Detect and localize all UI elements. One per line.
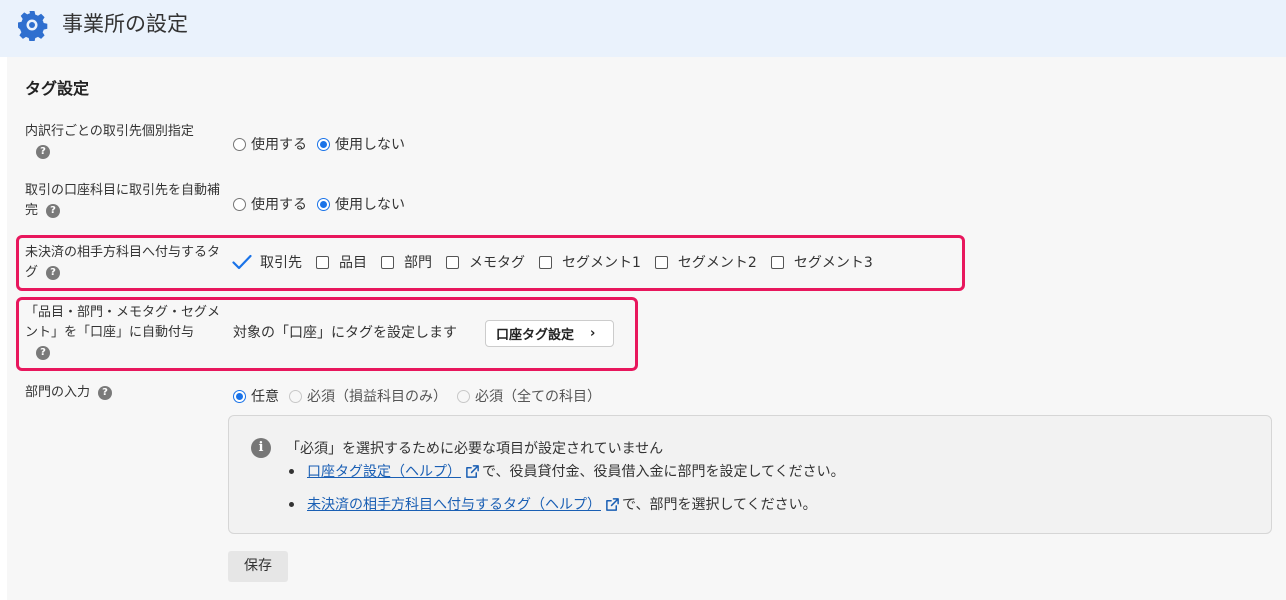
department-input-label: 部門の入力?	[25, 383, 113, 403]
auto-complete-use-option[interactable]: 使用する	[233, 194, 307, 214]
department-optional-option[interactable]: 任意	[233, 386, 279, 406]
checkbox[interactable]	[539, 255, 552, 269]
partner-per-line-use-option[interactable]: 使用する	[233, 134, 307, 154]
department-required-pl-option: 必須（損益科目のみ）	[289, 386, 447, 406]
radio-button	[457, 389, 470, 403]
checkbox[interactable]	[446, 255, 459, 269]
help-icon[interactable]: ?	[46, 265, 61, 280]
info-box: i 「必須」を選択するために必要な項目が設定されていません 口座タグ設定（ヘルプ…	[228, 415, 1272, 534]
unsettled-tags-checks: 取引先 品目 部門 メモタグ セグメント1 セグメント2 セグメント3	[232, 252, 887, 272]
checkbox[interactable]	[770, 255, 784, 269]
info-list-item: 未決済の相手方科目へ付与するタグ（ヘルプ） で、部門を選択してください。	[289, 494, 817, 514]
bullet	[289, 468, 294, 474]
page-header: 事業所の設定	[0, 0, 1286, 57]
help-icon[interactable]: ?	[36, 144, 50, 159]
page-title: 事業所の設定	[62, 12, 188, 36]
account-tag-help-link[interactable]: 口座タグ設定（ヘルプ）	[307, 461, 461, 481]
bullet	[289, 501, 294, 507]
save-button[interactable]: 保存	[228, 551, 288, 582]
auto-complete-nouse-option[interactable]: 使用しない	[317, 194, 405, 214]
checkbox[interactable]	[381, 255, 394, 269]
partner-per-line-nouse-option[interactable]: 使用しない	[317, 134, 405, 154]
info-list-item: 口座タグ設定（ヘルプ） で、役員貸付金、役員借入金に部門を設定してください。	[289, 461, 845, 481]
section-title: タグ設定	[25, 79, 90, 98]
check-partner[interactable]: 取引先	[232, 252, 302, 272]
auto-complete-radios: 使用する 使用しない	[233, 194, 415, 214]
checkbox[interactable]	[316, 255, 329, 269]
chevron-right-icon: ›	[590, 326, 596, 341]
auto-complete-label: 取引の口座科目に取引先を自動補 完?	[25, 183, 221, 218]
radio-button	[289, 389, 302, 403]
radio-button[interactable]	[317, 197, 330, 211]
department-input-radios: 任意 必須（損益科目のみ） 必須（全ての科目）	[233, 386, 611, 406]
gear-icon	[18, 11, 48, 41]
account-auto-tag-description: 対象の「口座」にタグを設定します	[233, 325, 457, 341]
external-link-icon[interactable]	[465, 464, 480, 479]
partner-per-line-radios: 使用する 使用しない	[233, 134, 415, 154]
partner-per-line-label: 内訳行ごとの取引先個別指定 ?	[25, 124, 194, 159]
info-heading: 「必須」を選択するために必要な項目が設定されていません	[286, 441, 664, 457]
check-segment-1[interactable]: セグメント1	[539, 252, 641, 272]
account-tag-settings-button[interactable]: 口座タグ設定 ›	[485, 320, 614, 347]
radio-button[interactable]	[233, 389, 246, 403]
account-auto-tag-label: 「品目・部門・メモタグ・セグメ ント」を「口座」に自動付与 ?	[25, 305, 221, 360]
checkbox[interactable]	[654, 255, 668, 269]
check-memo-tag[interactable]: メモタグ	[446, 252, 525, 272]
department-required-all-option: 必須（全ての科目）	[457, 386, 601, 406]
radio-button[interactable]	[233, 137, 246, 151]
help-icon[interactable]: ?	[46, 203, 61, 218]
help-icon[interactable]: ?	[98, 385, 113, 400]
help-icon[interactable]: ?	[36, 345, 50, 360]
unsettled-tags-help-link[interactable]: 未決済の相手方科目へ付与するタグ（ヘルプ）	[307, 494, 601, 514]
external-link-icon[interactable]	[605, 497, 620, 512]
check-item[interactable]: 品目	[316, 252, 367, 272]
check-department[interactable]: 部門	[381, 252, 432, 272]
check-segment-2[interactable]: セグメント2	[654, 252, 757, 272]
checkmark-icon[interactable]	[232, 254, 252, 270]
radio-button[interactable]	[233, 197, 246, 211]
info-icon: i	[251, 438, 271, 458]
check-segment-3[interactable]: セグメント3	[770, 252, 873, 272]
radio-button[interactable]	[317, 137, 330, 151]
unsettled-tags-label: 未決済の相手方科目へ付与するタ グ?	[25, 245, 221, 280]
